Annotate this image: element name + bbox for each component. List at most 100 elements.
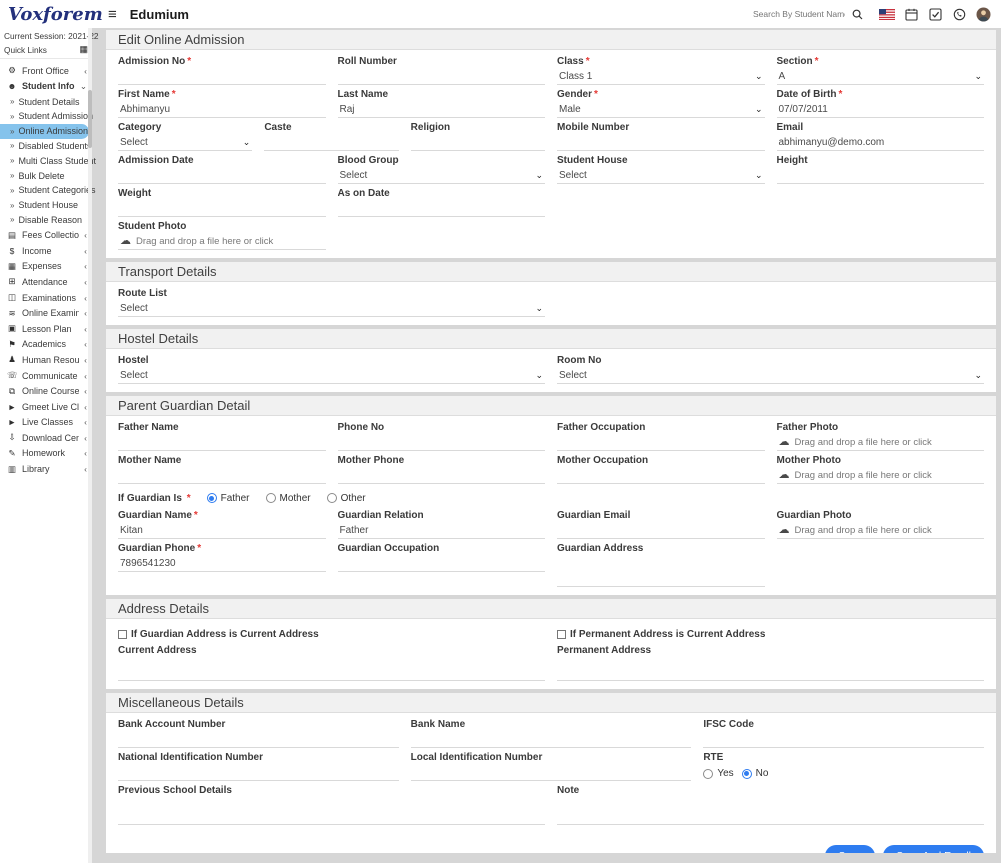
category-select[interactable]: Select⌄ <box>118 134 252 151</box>
search-input[interactable] <box>753 9 845 19</box>
sidebar-item-student-details[interactable]: »Student Details <box>0 94 89 109</box>
sidebar-item-student-categories[interactable]: »Student Categories <box>0 183 89 198</box>
dropzone-text: Drag and drop a file here or click <box>795 470 932 481</box>
last-name-input[interactable]: Raj <box>338 101 546 118</box>
father-occupation-label: Father Occupation <box>557 422 765 434</box>
hamburger-menu-icon[interactable]: ≡ <box>108 7 117 22</box>
sidebar-item-lesson-plan[interactable]: ▣Lesson Plan‹ <box>0 321 92 337</box>
admission-no-input[interactable] <box>118 68 326 85</box>
sidebar-item-student-information[interactable]: ☻Student Information⌄ <box>0 79 92 95</box>
sidebar-item-disable-reason[interactable]: »Disable Reason <box>0 213 89 228</box>
caste-input[interactable] <box>264 134 398 151</box>
sidebar-item-income[interactable]: $Income‹ <box>0 243 92 259</box>
guardian-relation-input[interactable]: Father <box>338 522 546 539</box>
current-address-textarea[interactable] <box>118 657 545 681</box>
ifsc-code-input[interactable] <box>703 731 984 748</box>
blood-group-select[interactable]: Select⌄ <box>338 167 546 184</box>
guardian-email-input[interactable] <box>557 522 765 539</box>
sidebar-item-examinations[interactable]: ◫Examinations‹ <box>0 290 92 306</box>
sidebar-item-front-office[interactable]: ⚙Front Office‹ <box>0 63 92 79</box>
date-of-birth-input[interactable]: 07/07/2011 <box>777 101 985 118</box>
whatsapp-icon[interactable] <box>947 8 971 21</box>
brand-logo[interactable]: Voxforem <box>8 4 103 25</box>
if-guardian-address-is-current-address-checkbox[interactable]: If Guardian Address is Current Address <box>118 627 545 641</box>
if-permanent-address-is-current-address-checkbox[interactable]: If Permanent Address is Current Address <box>557 627 984 641</box>
sidebar-item-gmeet-live-classes[interactable]: ►Gmeet Live Classes‹ <box>0 399 92 415</box>
sidebar-item-homework[interactable]: ✎Homework‹ <box>0 446 92 462</box>
sidebar-item-attendance[interactable]: ⊞Attendance‹ <box>0 274 92 290</box>
mother-name-input[interactable] <box>118 467 326 484</box>
mother-occupation-input[interactable] <box>557 467 765 484</box>
gender-select[interactable]: Male⌄ <box>557 101 765 118</box>
language-us-flag-icon[interactable] <box>875 9 899 20</box>
if-guardian-is-mother-radio[interactable]: Mother <box>266 493 311 504</box>
sidebar-item-student-house[interactable]: »Student House <box>0 198 89 213</box>
search-icon[interactable] <box>845 9 869 20</box>
sidebar-item-student-admission[interactable]: »Student Admission <box>0 109 89 124</box>
father-photo-dropzone[interactable]: ☁Drag and drop a file here or click <box>777 434 985 451</box>
sidebar-item-live-classes[interactable]: ►Live Classes‹ <box>0 414 92 430</box>
local-identification-number-input[interactable] <box>411 764 692 781</box>
sidebar-scrollbar-thumb[interactable] <box>88 90 92 148</box>
section-title: Parent Guardian Detail <box>106 396 996 416</box>
if-guardian-is-father-radio[interactable]: Father <box>207 493 250 504</box>
hostel-select[interactable]: Select⌄ <box>118 367 545 384</box>
class-select[interactable]: Class 1⌄ <box>557 68 765 85</box>
online-examinations-icon: ≋ <box>7 308 17 319</box>
if-guardian-is-other-radio[interactable]: Other <box>327 493 366 504</box>
rte-yes-radio[interactable]: Yes <box>703 768 733 779</box>
previous-school-details-textarea[interactable] <box>118 797 545 825</box>
national-identification-number-input[interactable] <box>118 764 399 781</box>
mother-phone-input[interactable] <box>338 467 546 484</box>
student-photo-dropzone[interactable]: ☁Drag and drop a file here or click <box>118 233 326 250</box>
user-avatar[interactable] <box>971 7 995 22</box>
sidebar-item-online-examinations[interactable]: ≋Online Examinations‹ <box>0 305 92 321</box>
father-occupation-input[interactable] <box>557 434 765 451</box>
sidebar-item-multi-class-student[interactable]: »Multi Class Student <box>0 153 89 168</box>
mobile-number-input[interactable] <box>557 134 765 151</box>
weight-input[interactable] <box>118 200 326 217</box>
guardian-photo-dropzone[interactable]: ☁Drag and drop a file here or click <box>777 522 985 539</box>
sidebar-item-human-resource[interactable]: ♟Human Resource‹ <box>0 352 92 368</box>
first-name-input[interactable]: Abhimanyu <box>118 101 326 118</box>
admission-date-label: Admission Date <box>118 155 326 167</box>
admission-date-input[interactable] <box>118 167 326 184</box>
tasks-check-icon[interactable] <box>923 8 947 21</box>
grid-icon[interactable]: ▦ <box>79 44 88 55</box>
guardian-address-textarea[interactable] <box>557 555 765 587</box>
sidebar-item-fees-collection[interactable]: ▤Fees Collection‹ <box>0 227 92 243</box>
guardian-phone-input[interactable]: 7896541230 <box>118 555 326 572</box>
sidebar-item-disabled-students[interactable]: »Disabled Students <box>0 139 89 154</box>
sidebar-item-online-admission[interactable]: »Online Admission <box>0 124 89 139</box>
phone-no-input[interactable] <box>338 434 546 451</box>
guardian-name-input[interactable]: Kitan <box>118 522 326 539</box>
religion-input[interactable] <box>411 134 545 151</box>
guardian-occupation-input[interactable] <box>338 555 546 572</box>
sidebar-item-online-course[interactable]: ⧉Online Course‹ <box>0 383 92 399</box>
father-name-input[interactable] <box>118 434 326 451</box>
save-and-enroll-button[interactable]: Save And Enroll <box>883 845 984 853</box>
bank-account-number-input[interactable] <box>118 731 399 748</box>
sidebar-item-academics[interactable]: ⚑Academics‹ <box>0 337 92 353</box>
sidebar-item-download-center[interactable]: ⇩Download Center‹ <box>0 430 92 446</box>
height-input[interactable] <box>777 167 985 184</box>
chevron-down-icon: ⌄ <box>755 170 763 181</box>
note-textarea[interactable] <box>557 797 984 825</box>
route-list-select[interactable]: Select⌄ <box>118 300 545 317</box>
sidebar-item-expenses[interactable]: ▦Expenses‹ <box>0 259 92 275</box>
as-on-date-input[interactable] <box>338 200 546 217</box>
roll-number-input[interactable] <box>338 68 546 85</box>
section-select[interactable]: A⌄ <box>777 68 985 85</box>
calendar-icon[interactable] <box>899 8 923 21</box>
save-button[interactable]: Save <box>825 845 875 853</box>
sidebar-item-bulk-delete[interactable]: »Bulk Delete <box>0 168 89 183</box>
permanent-address-textarea[interactable] <box>557 657 984 681</box>
student-house-select[interactable]: Select⌄ <box>557 167 765 184</box>
sidebar-item-communicate[interactable]: ☏Communicate‹ <box>0 368 92 384</box>
bank-name-input[interactable] <box>411 731 692 748</box>
rte-no-radio[interactable]: No <box>742 768 769 779</box>
mother-photo-dropzone[interactable]: ☁Drag and drop a file here or click <box>777 467 985 484</box>
sidebar-item-library[interactable]: ▥Library‹ <box>0 461 92 477</box>
email-input[interactable]: abhimanyu@demo.com <box>777 134 985 151</box>
room-no-select[interactable]: Select⌄ <box>557 367 984 384</box>
